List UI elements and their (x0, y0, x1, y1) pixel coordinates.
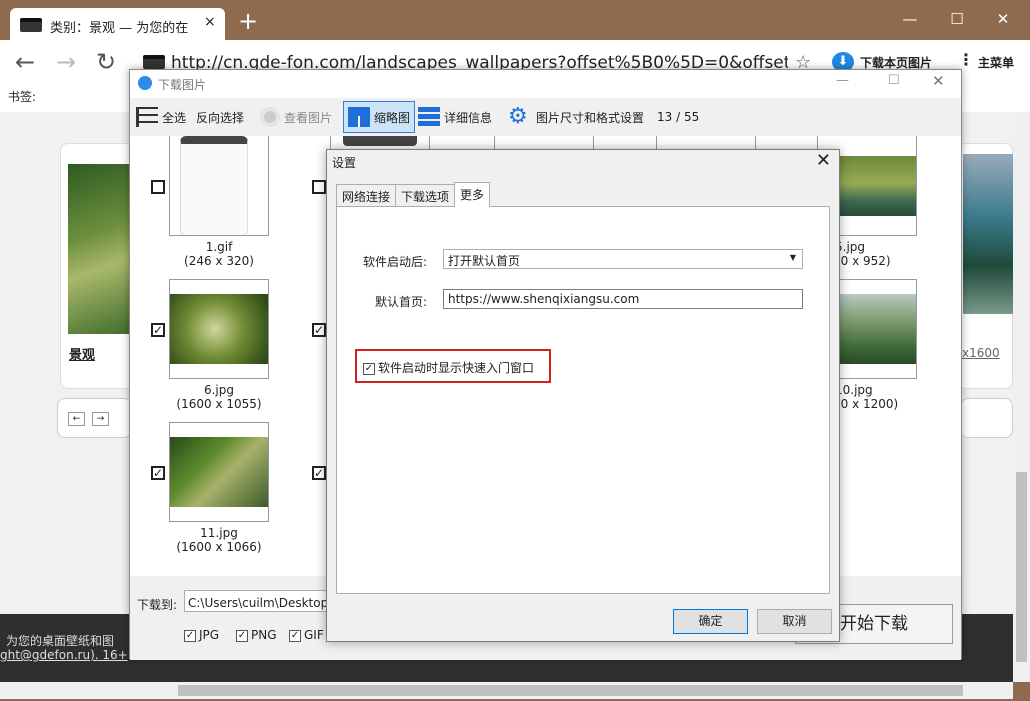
item-checkbox-2[interactable] (312, 180, 326, 194)
gear-icon: ⚙ (508, 104, 528, 129)
forward-icon[interactable]: → (52, 48, 80, 76)
thumbnail-3[interactable] (494, 136, 594, 150)
downloader-titlebar: 下载图片 — ☐ ✕ (130, 70, 961, 98)
settings-close-icon[interactable]: ✕ (816, 150, 831, 171)
thumbnail-4[interactable] (656, 136, 756, 150)
back-icon[interactable]: ← (11, 48, 39, 76)
item-name-11: 11.jpg (200, 526, 238, 540)
format-jpg-checkbox[interactable]: ✓ JPG (184, 628, 219, 642)
site-favicon-icon (143, 55, 165, 69)
menu-dots-icon[interactable]: ⋮ (958, 50, 974, 69)
minimize-button[interactable]: — (890, 8, 930, 34)
wallpaper-thumb[interactable] (68, 164, 136, 334)
homepage-input[interactable]: https://www.shenqixiangsu.com (443, 289, 803, 309)
tab-title: 类别：景观 — 为您的在 (50, 21, 189, 36)
app-icon (138, 76, 152, 90)
settings-title: 设置 (332, 156, 357, 170)
item-checkbox-11[interactable]: ✓ (151, 466, 165, 480)
startup-label: 软件启动后: (362, 255, 427, 269)
homepage-label: 默认首页: (374, 295, 427, 309)
tab-download-options[interactable]: 下载选项 (395, 184, 456, 206)
next-page-icon[interactable]: → (92, 412, 109, 426)
horizontal-scroll-thumb[interactable] (178, 685, 963, 696)
format-png-checkbox[interactable]: ✓ PNG (236, 628, 277, 642)
thumbnail-11[interactable] (169, 422, 269, 522)
view-image-button[interactable]: 查看图片 (260, 100, 332, 134)
checkbox-checked-icon: ✓ (363, 362, 375, 375)
footer-text-1: 为您的桌面壁纸和图 (6, 634, 115, 648)
pager-left: ← → (57, 398, 132, 438)
wallpaper-card-left[interactable]: 景观 (60, 143, 136, 389)
thumbnail-1[interactable] (169, 136, 269, 236)
category-link[interactable]: 景观 (69, 344, 95, 363)
item-checkbox-12[interactable]: ✓ (312, 466, 326, 480)
dropdown-arrow-icon: ▼ (789, 253, 796, 262)
downloader-close-icon[interactable]: ✕ (932, 72, 945, 90)
list-icon (418, 107, 440, 127)
settings-dialog: 设置 ✕ 网络连接 下载选项 更多 软件启动后: 打开默认首页 ▼ 默认首页: … (326, 149, 840, 642)
wallpaper-card-right[interactable]: x1600 (958, 143, 1014, 389)
invert-selection-button[interactable]: 反向选择 (196, 100, 244, 134)
disc-icon (260, 107, 280, 127)
resolution-link[interactable]: x1600 (962, 346, 1000, 360)
cancel-button[interactable]: 取消 (757, 609, 832, 634)
tab-favicon-icon (20, 18, 42, 32)
tab-close-icon[interactable]: × (204, 14, 216, 30)
downloader-minimize-icon[interactable]: — (836, 73, 849, 88)
maximize-button[interactable]: ☐ (937, 8, 977, 34)
vertical-scroll-thumb[interactable] (1016, 472, 1027, 662)
thumbnail-6[interactable] (169, 279, 269, 379)
more-settings-panel: 软件启动后: 打开默认首页 ▼ 默认首页: https://www.shenqi… (336, 206, 830, 594)
horizontal-scrollbar[interactable] (0, 682, 1013, 699)
reload-icon[interactable]: ↻ (92, 48, 120, 76)
downloader-maximize-icon[interactable]: ☐ (888, 73, 900, 88)
item-size-6: (1600 x 1055) (176, 397, 262, 411)
size-format-settings-button[interactable]: ⚙ 图片尺寸和格式设置 (508, 100, 644, 134)
wallpaper-thumb-right[interactable] (963, 154, 1014, 314)
save-path-input[interactable]: C:\Users\cuilm\Desktop\花 (184, 590, 334, 612)
item-checkbox-7[interactable]: ✓ (312, 323, 326, 337)
prev-page-icon[interactable]: ← (68, 412, 85, 426)
tab-more[interactable]: 更多 (454, 182, 491, 207)
save-to-label: 下载到: (137, 598, 178, 612)
tab-network[interactable]: 网络连接 (336, 184, 397, 206)
quickstart-checkbox[interactable]: ✓ 软件启动时显示快速入门窗口 (363, 359, 534, 376)
format-gif-checkbox[interactable]: ✓ GIF (289, 628, 324, 642)
vertical-scrollbar[interactable] (1013, 112, 1030, 682)
item-size-1: (246 x 320) (184, 254, 254, 268)
thumbnails-button[interactable]: 缩略图 (343, 101, 416, 133)
main-menu-button[interactable]: 主菜单 (978, 54, 1014, 71)
item-checkbox-6[interactable]: ✓ (151, 323, 165, 337)
ok-button[interactable]: 确定 (673, 609, 748, 634)
select-all-button[interactable]: 全选 (136, 100, 186, 134)
close-window-button[interactable]: ✕ (983, 8, 1023, 34)
footer-text-2: ght@gdefon.ru). 16+ (0, 648, 128, 662)
checklist-icon (136, 107, 158, 127)
new-tab-button[interactable]: + (238, 9, 258, 33)
item-name-6: 6.jpg (203, 383, 235, 397)
thumbnail-2[interactable] (330, 136, 430, 150)
startup-select[interactable]: 打开默认首页 ▼ (443, 249, 803, 269)
pager-right (960, 398, 1013, 438)
bookmarks-label: 书签: (8, 90, 37, 104)
settings-tabs: 网络连接 下载选项 更多 (336, 182, 491, 207)
selection-count: 13 / 55 (657, 110, 700, 124)
details-button[interactable]: 详细信息 (418, 100, 492, 134)
browser-tab[interactable]: 类别：景观 — 为您的在 × (10, 8, 225, 41)
downloader-title: 下载图片 (158, 78, 207, 92)
item-size-11: (1600 x 1066) (176, 540, 262, 554)
item-checkbox-1[interactable] (151, 180, 165, 194)
grid-icon (348, 107, 370, 127)
item-name-1: 1.gif (205, 240, 233, 254)
